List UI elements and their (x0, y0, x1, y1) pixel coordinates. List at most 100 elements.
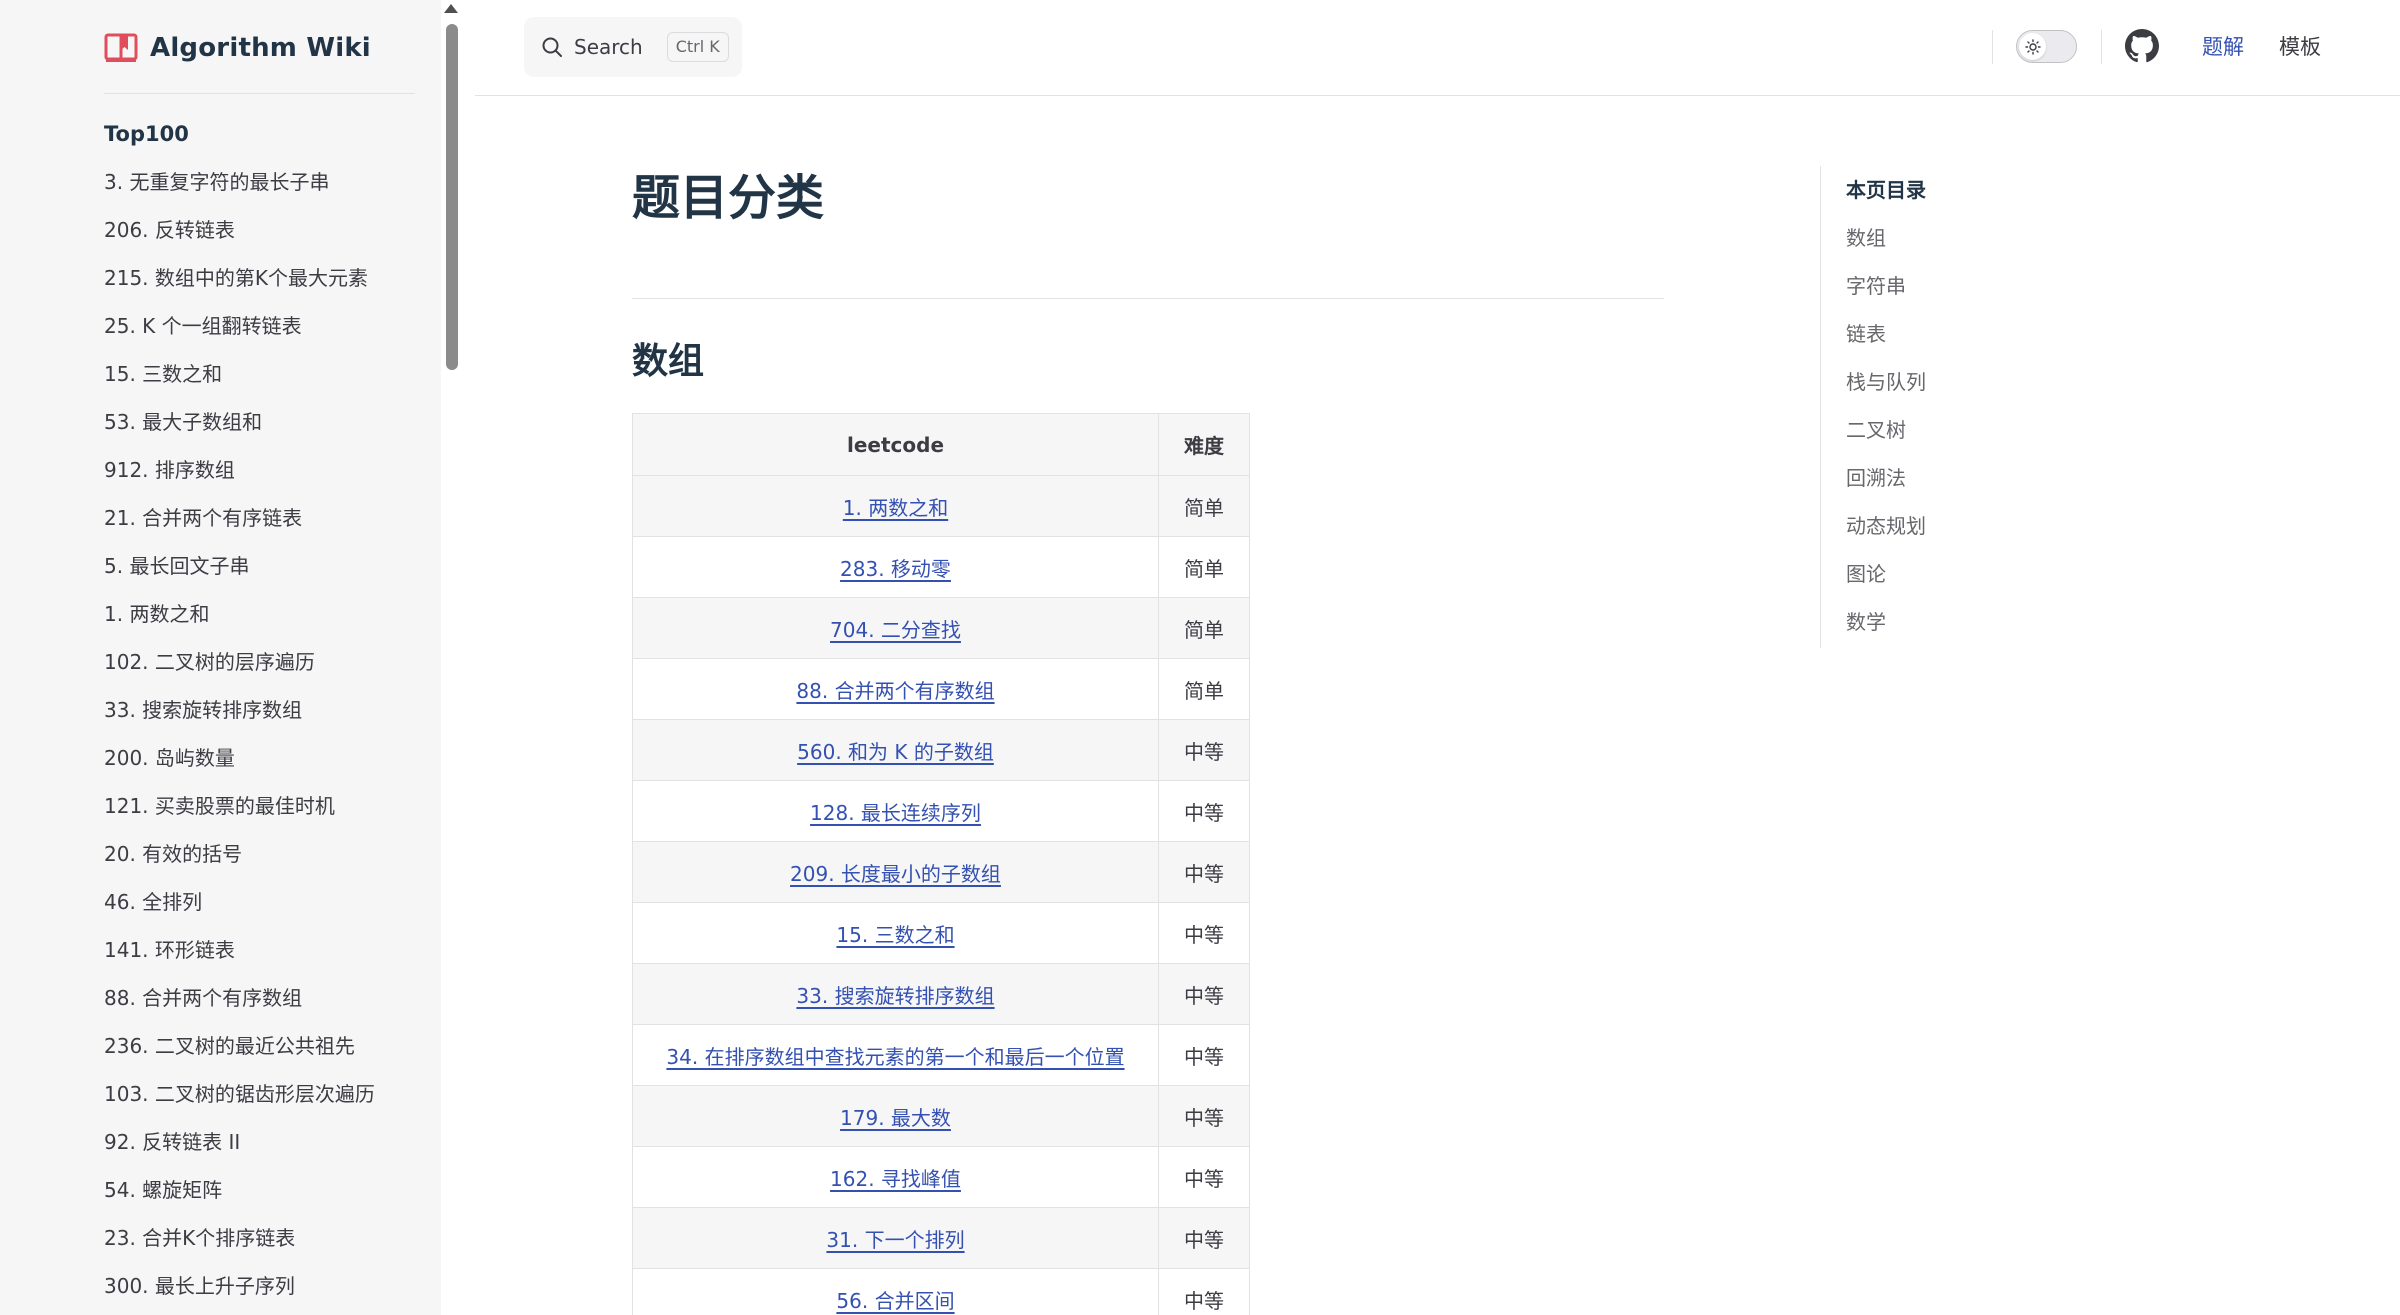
site-brand[interactable]: Algorithm Wiki (104, 28, 371, 68)
outline-item[interactable]: 数学 (1846, 598, 1926, 646)
sidebar-item[interactable]: 5. 最长回文子串 (104, 550, 375, 598)
nav-link-solutions[interactable]: 题解 (2202, 30, 2244, 64)
table-row: 33. 搜索旋转排序数组 中等 (632, 963, 1250, 1025)
outline-item[interactable]: 动态规划 (1846, 502, 1926, 550)
table-row: 88. 合并两个有序数组 简单 (632, 658, 1250, 720)
problem-link[interactable]: 128. 最长连续序列 (810, 801, 981, 825)
outline-title: 本页目录 (1846, 178, 1926, 202)
sidebar-item[interactable]: 1. 两数之和 (104, 598, 375, 646)
sidebar-item[interactable]: 3. 无重复字符的最长子串 (104, 166, 375, 214)
sidebar-item[interactable]: 53. 最大子数组和 (104, 406, 375, 454)
sidebar-item[interactable]: 206. 反转链表 (104, 214, 375, 262)
problem-table: leetcode 难度 1. 两数之和 简单 283. 移动零 简单 704. 二分查找… (632, 413, 1250, 1315)
difficulty-cell: 中等 (1158, 902, 1250, 964)
difficulty-cell: 中等 (1158, 1207, 1250, 1269)
top-nav: Search Ctrl K 题解 模板 (475, 0, 2400, 96)
outline-item[interactable]: 字符串 (1846, 262, 1926, 310)
problem-link[interactable]: 88. 合并两个有序数组 (796, 679, 994, 703)
problem-link[interactable]: 33. 搜索旋转排序数组 (796, 984, 994, 1008)
page-outline: 本页目录 数组 字符串 链表 栈与队列 二叉树 回溯法 动态规划 图论 数学 (1820, 166, 1926, 648)
theme-toggle[interactable] (2016, 30, 2077, 63)
sidebar-item[interactable]: 54. 螺旋矩阵 (104, 1174, 375, 1222)
sidebar-item[interactable]: 912. 排序数组 (104, 454, 375, 502)
problem-cell: 179. 最大数 (632, 1085, 1159, 1147)
sidebar-item[interactable]: 102. 二叉树的层序遍历 (104, 646, 375, 694)
scroll-up-arrow-icon[interactable] (444, 4, 458, 13)
outline-item[interactable]: 二叉树 (1846, 406, 1926, 454)
theme-toggle-knob (2019, 33, 2046, 60)
difficulty-cell: 简单 (1158, 597, 1250, 659)
sidebar-item[interactable]: 88. 合并两个有序数组 (104, 982, 375, 1030)
sun-icon (2024, 38, 2041, 55)
sidebar-item[interactable]: 300. 最长上升子序列 (104, 1270, 375, 1315)
problem-cell: 34. 在排序数组中查找元素的第一个和最后一个位置 (632, 1024, 1159, 1086)
sidebar-item[interactable]: 200. 岛屿数量 (104, 742, 375, 790)
difficulty-cell: 简单 (1158, 536, 1250, 598)
difficulty-cell: 中等 (1158, 719, 1250, 781)
sidebar-item[interactable]: 15. 三数之和 (104, 358, 375, 406)
site-title: Algorithm Wiki (150, 33, 371, 63)
search-icon (542, 37, 562, 57)
sidebar-item[interactable]: 20. 有效的括号 (104, 838, 375, 886)
scrollbar-thumb[interactable] (446, 24, 458, 370)
table-row: 128. 最长连续序列 中等 (632, 780, 1250, 842)
problem-link[interactable]: 31. 下一个排列 (826, 1228, 964, 1252)
problem-cell: 209. 长度最小的子数组 (632, 841, 1159, 903)
outline-item[interactable]: 数组 (1846, 214, 1926, 262)
problem-link[interactable]: 179. 最大数 (840, 1106, 951, 1130)
problem-cell: 162. 寻找峰值 (632, 1146, 1159, 1208)
page-title: 题目分类 (632, 170, 825, 226)
difficulty-cell: 简单 (1158, 475, 1250, 537)
sidebar: Algorithm Wiki Top100 3. 无重复字符的最长子串 206. … (0, 0, 441, 1315)
table-row: 15. 三数之和 中等 (632, 902, 1250, 964)
problem-link[interactable]: 209. 长度最小的子数组 (790, 862, 1001, 886)
outline-item[interactable]: 链表 (1846, 310, 1926, 358)
problem-link[interactable]: 162. 寻找峰值 (830, 1167, 961, 1191)
problem-link[interactable]: 56. 合并区间 (836, 1289, 954, 1313)
sidebar-item[interactable]: 141. 环形链表 (104, 934, 375, 982)
sidebar-divider (104, 93, 415, 94)
search-label: Search (574, 35, 643, 59)
table-row: 56. 合并区间 中等 (632, 1268, 1250, 1315)
difficulty-cell: 中等 (1158, 780, 1250, 842)
problem-link[interactable]: 704. 二分查找 (830, 618, 961, 642)
problem-cell: 283. 移动零 (632, 536, 1159, 598)
problem-link[interactable]: 283. 移动零 (840, 557, 951, 581)
table-row: 704. 二分查找 简单 (632, 597, 1250, 659)
nav-separator (1992, 30, 1993, 64)
outline-item[interactable]: 栈与队列 (1846, 358, 1926, 406)
sidebar-group-title: Top100 (104, 122, 189, 146)
sidebar-item[interactable]: 46. 全排列 (104, 886, 375, 934)
sidebar-item[interactable]: 33. 搜索旋转排序数组 (104, 694, 375, 742)
sidebar-item[interactable]: 25. K 个一组翻转链表 (104, 310, 375, 358)
sidebar-item[interactable]: 215. 数组中的第K个最大元素 (104, 262, 375, 310)
sidebar-item[interactable]: 103. 二叉树的锯齿形层次遍历 (104, 1078, 375, 1126)
search-button[interactable]: Search Ctrl K (524, 17, 742, 77)
sidebar-item[interactable]: 236. 二叉树的最近公共祖先 (104, 1030, 375, 1078)
column-header-difficulty: 难度 (1158, 413, 1250, 476)
problem-cell: 88. 合并两个有序数组 (632, 658, 1159, 720)
github-icon[interactable] (2125, 29, 2159, 63)
difficulty-cell: 中等 (1158, 1024, 1250, 1086)
problem-link[interactable]: 15. 三数之和 (836, 923, 954, 947)
difficulty-cell: 中等 (1158, 963, 1250, 1025)
sidebar-item[interactable]: 121. 买卖股票的最佳时机 (104, 790, 375, 838)
problem-cell: 15. 三数之和 (632, 902, 1159, 964)
difficulty-cell: 中等 (1158, 841, 1250, 903)
column-header-leetcode: leetcode (632, 413, 1159, 476)
nav-link-templates[interactable]: 模板 (2279, 30, 2321, 64)
difficulty-cell: 中等 (1158, 1146, 1250, 1208)
problem-link[interactable]: 560. 和为 K 的子数组 (797, 740, 994, 764)
outline-item[interactable]: 图论 (1846, 550, 1926, 598)
sidebar-item[interactable]: 21. 合并两个有序链表 (104, 502, 375, 550)
problem-link[interactable]: 1. 两数之和 (843, 496, 948, 520)
problem-cell: 56. 合并区间 (632, 1268, 1159, 1315)
table-row: 560. 和为 K 的子数组 中等 (632, 719, 1250, 781)
sidebar-item[interactable]: 92. 反转链表 II (104, 1126, 375, 1174)
problem-link[interactable]: 34. 在排序数组中查找元素的第一个和最后一个位置 (666, 1045, 1124, 1069)
sidebar-item[interactable]: 23. 合并K个排序链表 (104, 1222, 375, 1270)
outline-item[interactable]: 回溯法 (1846, 454, 1926, 502)
problem-cell: 128. 最长连续序列 (632, 780, 1159, 842)
problem-cell: 704. 二分查找 (632, 597, 1159, 659)
search-shortcut: Ctrl K (666, 32, 729, 62)
